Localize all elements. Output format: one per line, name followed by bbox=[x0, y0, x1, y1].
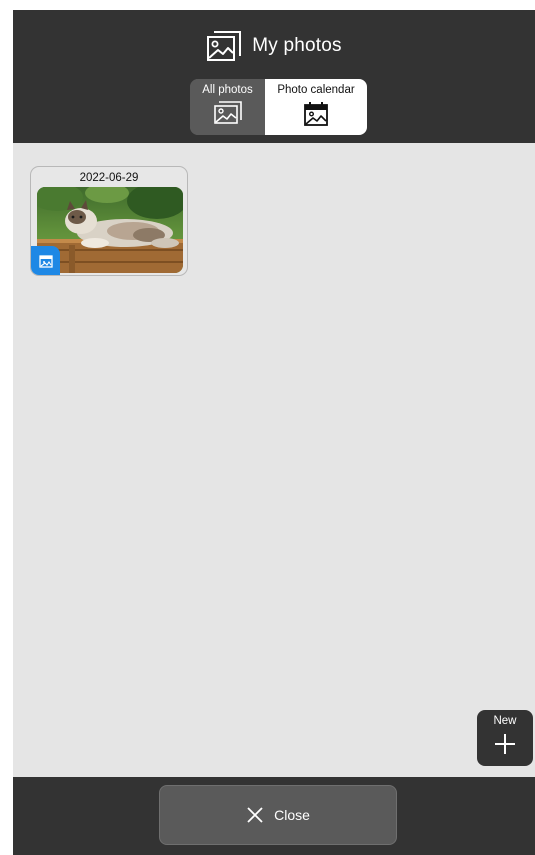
calendar-photo-icon bbox=[303, 101, 329, 127]
photo-grid: 2022-06-29 New bbox=[13, 143, 535, 777]
page-title: My photos bbox=[252, 35, 342, 56]
photo-date: 2022-06-29 bbox=[79, 172, 139, 184]
tab-photo-calendar-label: Photo calendar bbox=[277, 84, 355, 96]
tab-all-photos[interactable]: All photos bbox=[190, 79, 265, 135]
photo-icon bbox=[213, 101, 243, 125]
footer: Close bbox=[13, 777, 535, 855]
new-photo-button[interactable]: New bbox=[477, 710, 533, 766]
new-button-label: New bbox=[493, 715, 517, 727]
close-button-label: Close bbox=[274, 807, 310, 823]
header: My photos All photos Photo calendar bbox=[13, 10, 535, 143]
app-window: My photos All photos Photo calendar 2022… bbox=[13, 10, 535, 855]
photos-stack-icon bbox=[206, 30, 242, 62]
calendar-photo-badge bbox=[31, 246, 60, 275]
title-row: My photos bbox=[13, 28, 535, 64]
tab-all-photos-label: All photos bbox=[202, 84, 253, 96]
tab-photo-calendar[interactable]: Photo calendar bbox=[265, 79, 367, 135]
photo-card[interactable]: 2022-06-29 bbox=[30, 166, 188, 276]
close-button[interactable]: Close bbox=[159, 785, 397, 845]
plus-icon bbox=[494, 733, 516, 755]
close-x-icon bbox=[246, 806, 264, 824]
view-toggle: All photos Photo calendar bbox=[190, 79, 367, 135]
